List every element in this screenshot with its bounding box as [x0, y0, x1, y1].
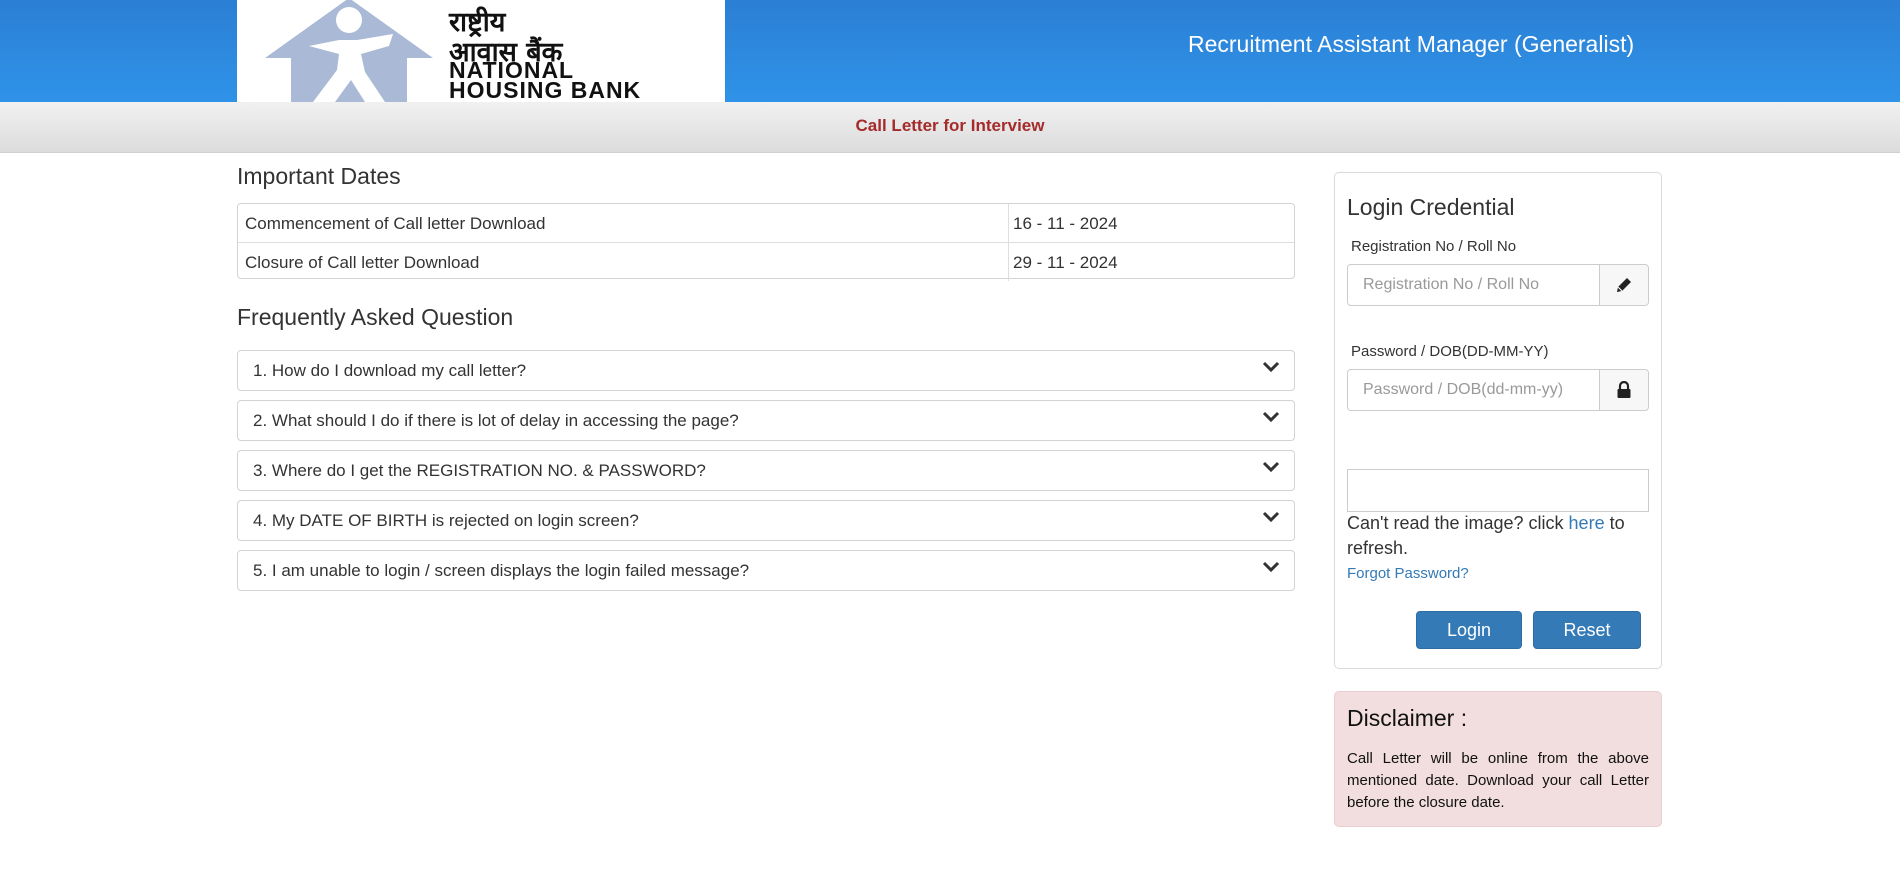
subheader-title: Call Letter for Interview [855, 116, 1045, 135]
faq-question: 1. How do I download my call letter? [253, 361, 527, 380]
login-heading: Login Credential [1347, 194, 1515, 220]
chevron-down-icon [1262, 511, 1280, 523]
chevron-down-icon [1262, 561, 1280, 573]
password-input[interactable] [1348, 370, 1601, 410]
faq-question: 2. What should I do if there is lot of d… [253, 411, 739, 430]
faq-item-5[interactable]: 5. I am unable to login / screen display… [237, 550, 1295, 591]
faq-question: 4. My DATE OF BIRTH is rejected on login… [253, 511, 639, 530]
captcha-prefix: Can't read the image? click [1347, 513, 1569, 533]
important-dates-table: Commencement of Call letter Download 16 … [237, 203, 1295, 281]
lock-icon [1617, 381, 1631, 398]
faq-item-4[interactable]: 4. My DATE OF BIRTH is rejected on login… [237, 500, 1295, 541]
disclaimer-title: Disclaimer : [1347, 705, 1468, 731]
registration-addon [1599, 265, 1648, 305]
pencil-icon [1617, 278, 1631, 292]
chevron-down-icon [1262, 411, 1280, 423]
captcha-refresh-text: Can't read the image? click here to refr… [1347, 511, 1649, 561]
forgot-password-link[interactable]: Forgot Password? [1347, 565, 1469, 582]
chevron-down-icon [1262, 461, 1280, 473]
column-divider [1008, 204, 1009, 242]
date-value: 16 - 11 - 2024 [1013, 214, 1118, 233]
logo-english-text: NATIONAL HOUSING BANK [449, 57, 642, 102]
faq-heading: Frequently Asked Question [237, 304, 514, 330]
captcha-image [1347, 469, 1649, 512]
faq-question: 5. I am unable to login / screen display… [253, 561, 750, 580]
page-header-title: Recruitment Assistant Manager (Generalis… [1188, 31, 1635, 57]
login-button[interactable]: Login [1416, 611, 1522, 649]
faq-item-2[interactable]: 2. What should I do if there is lot of d… [237, 400, 1295, 441]
column-divider [1008, 243, 1009, 281]
faq-item-3[interactable]: 3. Where do I get the REGISTRATION NO. &… [237, 450, 1295, 491]
nhb-logo: राष्ट्रीय आवास बैंक NATIONAL HOUSING BAN… [237, 0, 725, 102]
faq-question: 3. Where do I get the REGISTRATION NO. &… [253, 461, 706, 480]
table-row: Closure of Call letter Download 29 - 11 … [238, 242, 1294, 281]
date-label: Closure of Call letter Download [245, 253, 480, 272]
registration-input-group [1347, 264, 1649, 306]
password-label: Password / DOB(DD-MM-YY) [1351, 343, 1549, 360]
password-input-group [1347, 369, 1649, 411]
password-addon [1599, 370, 1648, 410]
house-person-logo-icon [265, 0, 433, 102]
registration-label: Registration No / Roll No [1351, 238, 1517, 255]
chevron-down-icon [1262, 361, 1280, 373]
registration-input[interactable] [1348, 265, 1601, 305]
site-header: राष्ट्रीय आवास बैंक NATIONAL HOUSING BAN… [0, 0, 1900, 102]
faq-item-1[interactable]: 1. How do I download my call letter? [237, 350, 1295, 391]
subheader-bar: Call Letter for Interview [0, 102, 1900, 153]
reset-button[interactable]: Reset [1533, 611, 1641, 649]
important-dates-heading: Important Dates [237, 163, 401, 189]
table-row: Commencement of Call letter Download 16 … [238, 204, 1294, 242]
date-value: 29 - 11 - 2024 [1013, 253, 1118, 272]
captcha-refresh-link[interactable]: here [1569, 513, 1605, 533]
disclaimer-text: Call Letter will be online from the abov… [1347, 750, 1649, 811]
date-label: Commencement of Call letter Download [245, 214, 546, 233]
